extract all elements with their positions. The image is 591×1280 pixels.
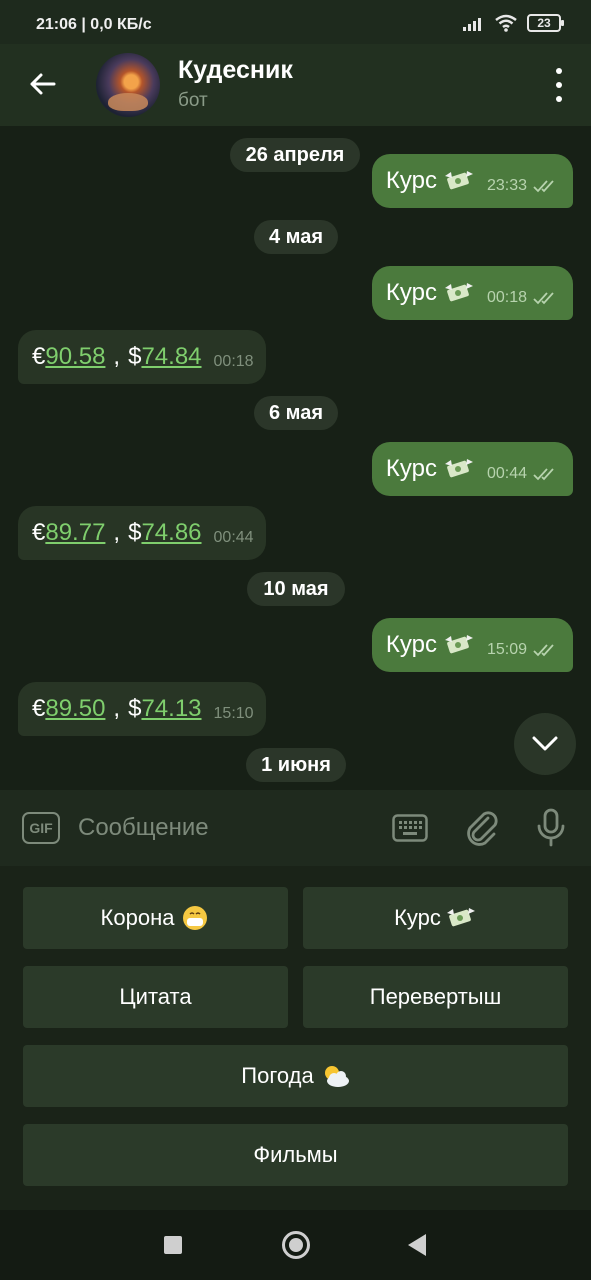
system-navigation-bar	[0, 1210, 591, 1280]
message-input-bar: GIF	[0, 790, 591, 866]
bot-keyboard: Корона Курс Цитата Перевертыш Погода Фил…	[0, 866, 591, 1210]
battery-icon: 23	[527, 14, 564, 32]
bot-button-movies[interactable]: Фильмы	[23, 1124, 568, 1186]
avatar[interactable]	[96, 53, 160, 117]
chat-title[interactable]: Кудесник	[178, 56, 293, 85]
euro-symbol: €	[32, 519, 46, 546]
more-menu-button[interactable]	[551, 68, 567, 102]
message-text: €89.50, $74.13	[32, 695, 202, 723]
chat-subtitle: бот	[178, 90, 208, 111]
message-text: Курс	[385, 279, 437, 306]
recent-apps-icon[interactable]	[164, 1236, 182, 1254]
outgoing-message[interactable]: Курс 23:33	[371, 154, 573, 208]
double-check-icon	[533, 468, 554, 481]
chevron-down-icon	[532, 736, 558, 751]
usd-symbol: $	[128, 519, 142, 546]
message-list[interactable]: 26 апреля Курс 23:33 4 мая Курс 00:18 €9…	[0, 126, 591, 790]
bot-button-corona[interactable]: Корона	[23, 887, 288, 949]
back-button[interactable]	[22, 64, 62, 104]
double-check-icon	[533, 180, 554, 193]
date-separator: 4 мая	[254, 220, 338, 254]
euro-symbol: €	[32, 343, 46, 370]
message-text: Курс	[385, 631, 437, 658]
bot-button-label: Курс	[394, 905, 441, 930]
euro-rate-link[interactable]: 90.58	[45, 343, 105, 370]
incoming-message[interactable]: €89.50, $74.13 15:10	[18, 682, 266, 736]
euro-rate-link[interactable]: 89.50	[45, 695, 105, 722]
separator: ,	[113, 519, 121, 546]
money-with-wings-emoji	[444, 168, 475, 194]
message-time: 00:18	[486, 289, 527, 306]
scroll-down-button[interactable]	[514, 713, 576, 775]
bot-button-quote[interactable]: Цитата	[23, 966, 288, 1028]
bot-button-label: Корона	[100, 905, 175, 930]
usd-rate-link[interactable]: 74.13	[141, 695, 201, 722]
sun-behind-cloud-emoji	[320, 1063, 350, 1089]
bot-button-label: Погода	[241, 1063, 314, 1088]
separator: ,	[113, 695, 121, 722]
wifi-icon	[495, 14, 517, 32]
message-time: 23:33	[486, 177, 527, 194]
microphone-icon[interactable]	[536, 808, 566, 848]
money-with-wings-emoji	[446, 905, 477, 931]
euro-rate-link[interactable]: 89.77	[45, 519, 105, 546]
bot-button-label: Перевертыш	[369, 984, 502, 1009]
message-time: 15:10	[213, 705, 254, 722]
arrow-left-icon	[30, 73, 56, 95]
message-input[interactable]	[78, 810, 378, 846]
back-triangle-icon[interactable]	[408, 1234, 426, 1256]
message-time: 15:09	[486, 641, 527, 658]
date-separator: 6 мая	[254, 396, 338, 430]
message-text: Курс	[385, 455, 437, 482]
status-icons: 23	[463, 14, 564, 32]
money-with-wings-emoji	[444, 280, 475, 306]
gif-button[interactable]: GIF	[22, 812, 60, 844]
outgoing-message[interactable]: Курс 15:09	[371, 618, 573, 672]
message-text: €89.77, $74.86	[32, 519, 202, 547]
keyboard-icon[interactable]	[392, 814, 428, 842]
money-with-wings-emoji	[444, 632, 475, 658]
message-time: 00:18	[213, 353, 254, 370]
usd-rate-link[interactable]: 74.86	[141, 519, 201, 546]
home-icon[interactable]	[282, 1231, 310, 1259]
date-separator: 26 апреля	[230, 138, 360, 172]
euro-symbol: €	[32, 695, 46, 722]
signal-icon	[463, 18, 481, 31]
attach-icon[interactable]	[464, 810, 500, 848]
bot-button-weather[interactable]: Погода	[23, 1045, 568, 1107]
dot-icon	[556, 96, 562, 102]
bot-button-kurs[interactable]: Курс	[303, 887, 568, 949]
money-with-wings-emoji	[444, 456, 475, 482]
date-separator: 1 июня	[246, 748, 346, 782]
message-time: 00:44	[486, 465, 527, 482]
double-check-icon	[533, 644, 554, 657]
mask-face-emoji	[180, 905, 210, 931]
battery-level: 23	[537, 16, 551, 30]
message-text: Курс	[385, 167, 437, 194]
chat-header: Кудесник бот	[0, 44, 591, 126]
outgoing-message[interactable]: Курс 00:44	[371, 442, 573, 496]
separator: ,	[113, 343, 121, 370]
usd-rate-link[interactable]: 74.84	[141, 343, 201, 370]
bot-button-label: Фильмы	[253, 1142, 338, 1167]
bot-button-label: Цитата	[119, 984, 192, 1009]
dot-icon	[556, 68, 562, 74]
status-bar: 21:06 | 0,0 КБ/с 23	[0, 0, 591, 44]
usd-symbol: $	[128, 343, 142, 370]
dot-icon	[556, 82, 562, 88]
double-check-icon	[533, 292, 554, 305]
date-separator: 10 мая	[247, 572, 345, 606]
status-time: 21:06 | 0,0 КБ/с	[36, 16, 152, 33]
message-time: 00:44	[213, 529, 254, 546]
incoming-message[interactable]: €90.58, $74.84 00:18	[18, 330, 266, 384]
incoming-message[interactable]: €89.77, $74.86 00:44	[18, 506, 266, 560]
usd-symbol: $	[128, 695, 142, 722]
bot-button-flip[interactable]: Перевертыш	[303, 966, 568, 1028]
message-text: €90.58, $74.84	[32, 343, 202, 371]
outgoing-message[interactable]: Курс 00:18	[371, 266, 573, 320]
